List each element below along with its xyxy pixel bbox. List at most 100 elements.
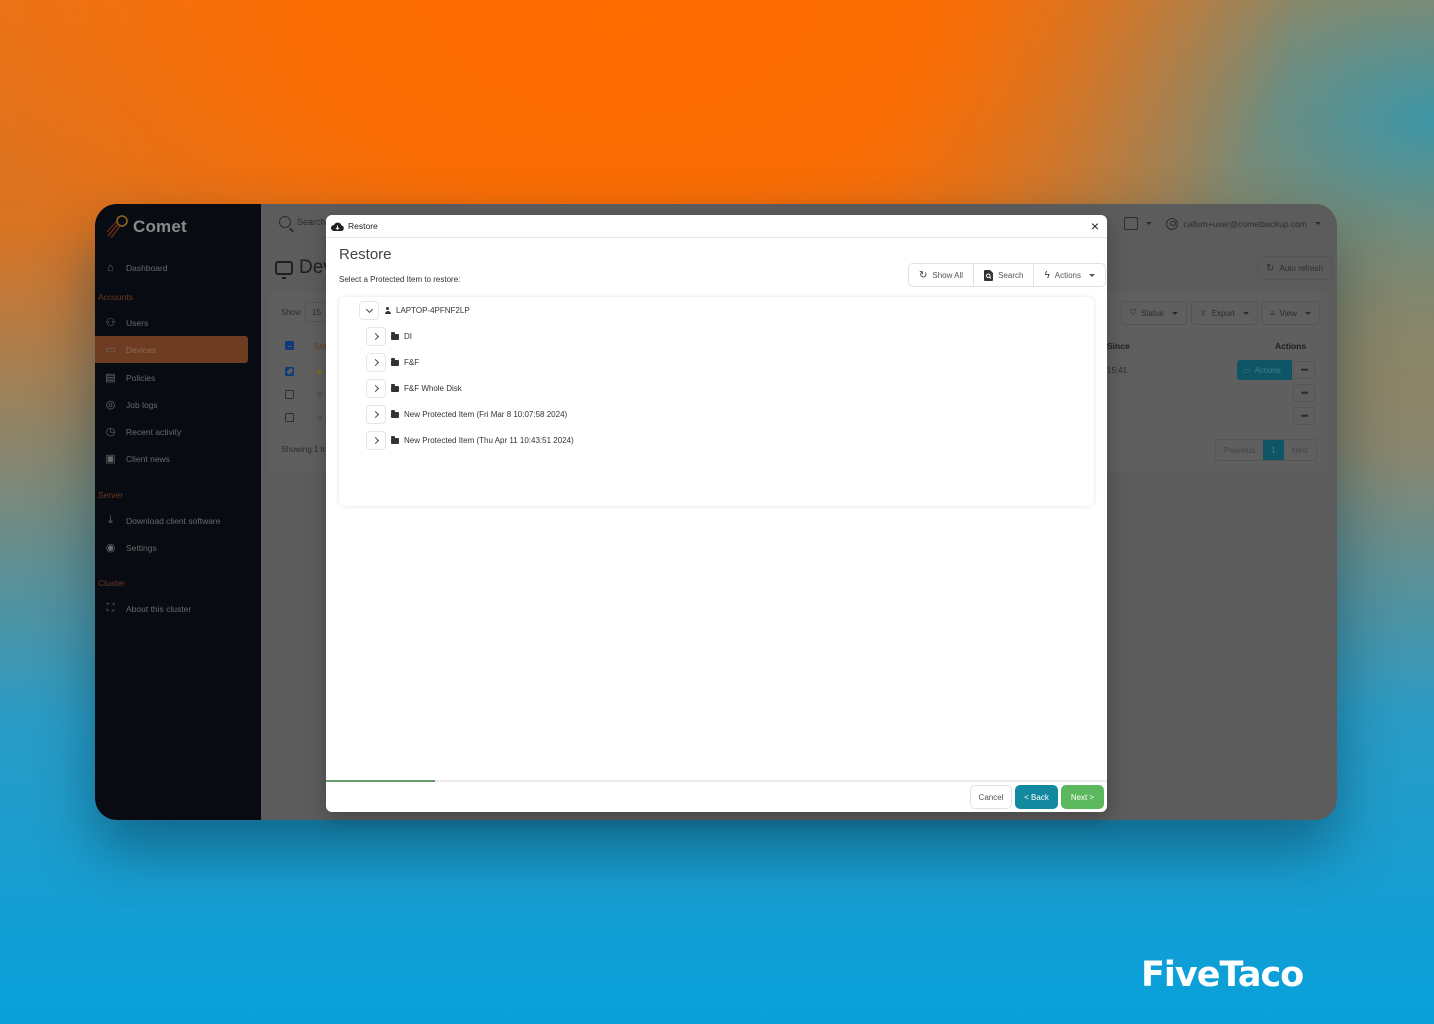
tree-node-label[interactable]: F&F (404, 358, 419, 367)
user-menu[interactable]: callum+user@cometbackup.com (1166, 217, 1321, 230)
row-checkbox[interactable] (285, 390, 294, 399)
export-label: Export (1211, 308, 1235, 318)
select-all-checkbox[interactable] (285, 341, 294, 350)
sidebar-item-settings[interactable]: ◉ Settings (95, 534, 248, 561)
status-filter-label: Status (1141, 308, 1164, 318)
row-actions-button[interactable]: ▭ Actions (1237, 360, 1292, 380)
back-button[interactable]: < Back (1015, 785, 1058, 809)
global-search[interactable]: Search (279, 216, 326, 228)
policy-icon: ▤ (105, 372, 116, 384)
clock-icon: ◷ (105, 426, 116, 438)
chevron-right-icon (371, 410, 379, 419)
sidebar-item-users[interactable]: ⚇ Users (95, 309, 248, 336)
show-all-button[interactable]: ↻ Show All (909, 264, 975, 286)
job-logs-icon: ◎ (105, 399, 116, 411)
collapse-toggle[interactable] (359, 301, 379, 320)
news-icon: ▣ (105, 453, 116, 465)
status-dot (317, 415, 322, 420)
auto-refresh-button[interactable]: ↻ Auto refresh (1257, 256, 1332, 280)
close-button[interactable]: × (1091, 219, 1099, 233)
row-more-button[interactable]: ••• (1293, 361, 1315, 379)
show-all-label: Show All (932, 270, 964, 280)
refresh-icon: ↻ (1266, 262, 1275, 274)
actions-column-header: Actions (1275, 341, 1307, 351)
status-dot (317, 369, 322, 374)
tree-node-item: New Protected Item (Thu Apr 11 10:43:51 … (366, 431, 574, 450)
sidebar-item-label: Dashboard (126, 262, 168, 273)
view-label: View (1279, 308, 1297, 318)
caret-down-icon (1304, 311, 1311, 315)
sidebar-item-label: Users (126, 317, 149, 328)
tree-node-label[interactable]: New Protected Item (Fri Mar 8 10:07:58 2… (404, 410, 567, 419)
chevron-right-icon (371, 332, 379, 341)
actions-dropdown-button[interactable]: ϟ Actions (1034, 264, 1105, 286)
bolt-icon: ϟ (1044, 269, 1050, 281)
row-checkbox[interactable] (285, 367, 294, 376)
status-filter-button[interactable]: ⛉ Status (1121, 301, 1187, 325)
brand-watermark: FiveTaco (1141, 955, 1304, 995)
home-icon: ⌂ (107, 261, 114, 274)
dialog-title: Restore (339, 246, 392, 263)
user-circle-icon (1166, 217, 1179, 230)
search-file-icon (984, 269, 994, 281)
view-button[interactable]: ≡ View (1261, 301, 1320, 325)
tree-node-label[interactable]: New Protected Item (Thu Apr 11 10:43:51 … (404, 436, 574, 445)
folder-icon (391, 436, 399, 444)
pagination-page[interactable]: 1 (1263, 440, 1284, 460)
row-more-button[interactable]: ••• (1293, 384, 1315, 402)
refresh-icon: ↻ (919, 269, 928, 281)
expand-toggle[interactable] (366, 379, 386, 398)
chevron-right-icon (371, 358, 379, 367)
sidebar-item-download-client-software[interactable]: ⤓ Download client software (95, 507, 248, 534)
folder-icon (391, 358, 399, 366)
pagination: Previous 1 Next (1215, 439, 1318, 461)
sidebar-item-dashboard[interactable]: ⌂ Dashboard (95, 254, 248, 281)
logo-text: Comet (133, 217, 187, 236)
logo[interactable]: Comet (105, 214, 187, 240)
next-button[interactable]: Next > (1061, 785, 1104, 809)
pagination-previous[interactable]: Previous (1216, 440, 1263, 460)
tree-node-label[interactable]: F&F Whole Disk (404, 384, 462, 393)
search-button[interactable]: Search (974, 264, 1035, 286)
export-button[interactable]: ⇪ Export (1191, 301, 1258, 325)
search-placeholder: Search (297, 217, 326, 227)
comet-logo-icon (106, 215, 128, 239)
caret-down-icon (1146, 222, 1153, 225)
wizard-progress-fill (326, 780, 436, 782)
language-menu[interactable] (1124, 217, 1153, 230)
sidebar-item-recent-activity[interactable]: ◷ Recent activity (95, 418, 248, 445)
sidebar-item-label: About this cluster (126, 603, 192, 614)
topbar-right: callum+user@cometbackup.com (1124, 217, 1321, 230)
tree-node-item: F&F Whole Disk (366, 379, 462, 398)
expand-toggle[interactable] (366, 405, 386, 424)
sidebar-item-devices[interactable]: ▭ Devices (95, 336, 248, 363)
sidebar-item-policies[interactable]: ▤ Policies (95, 364, 248, 391)
sidebar-section-server: Server (98, 490, 124, 500)
sidebar-item-client-news[interactable]: ▣ Client news (95, 445, 248, 472)
sidebar-item-job-logs[interactable]: ◎ Job logs (95, 391, 248, 418)
cloud-download-icon (331, 222, 344, 231)
caret-down-icon (1315, 222, 1321, 225)
sidebar-section-cluster: Cluster (98, 578, 125, 588)
monitor-icon: ▭ (105, 344, 116, 356)
folder-icon (391, 332, 399, 340)
expand-toggle[interactable] (366, 353, 386, 372)
sidebar-section-accounts: Accounts (98, 292, 133, 302)
since-column-header[interactable]: Since (1107, 341, 1130, 351)
sidebar: Comet ⌂ Dashboard Accounts ⚇ Users ▭ Dev… (95, 204, 261, 820)
user-email: callum+user@cometbackup.com (1183, 218, 1307, 229)
auto-refresh-label: Auto refresh (1279, 263, 1323, 273)
sidebar-item-label: Policies (126, 372, 156, 383)
row-checkbox[interactable] (285, 413, 294, 422)
cancel-button[interactable]: Cancel (970, 785, 1012, 809)
restore-dialog: Restore × Restore Select a Protected Ite… (326, 215, 1107, 812)
search-icon (279, 216, 291, 228)
row-more-button[interactable]: ••• (1293, 407, 1315, 425)
tree-node-label[interactable]: DI (404, 332, 412, 341)
expand-toggle[interactable] (366, 431, 386, 450)
sidebar-item-about-this-cluster[interactable]: ⛶ About this cluster (95, 595, 248, 622)
settings-icon: ◉ (105, 542, 116, 554)
expand-toggle[interactable] (366, 327, 386, 346)
tree-node-label[interactable]: LAPTOP-4PFNF2LP (396, 306, 470, 315)
pagination-next[interactable]: Next (1284, 440, 1316, 460)
